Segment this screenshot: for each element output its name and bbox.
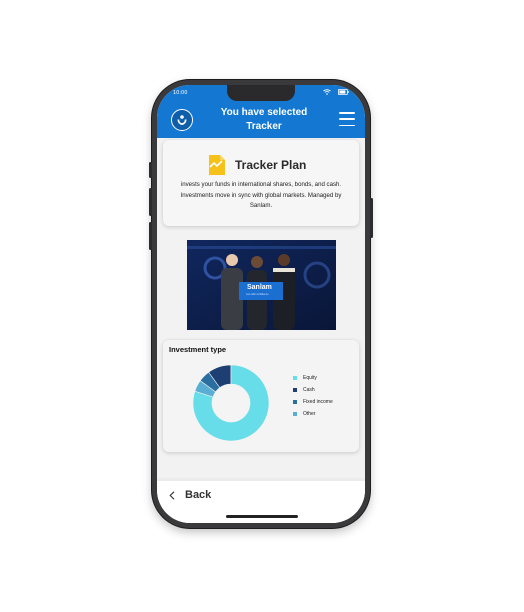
legend-swatch	[293, 412, 297, 416]
battery-icon	[338, 89, 349, 95]
sanlam-hands-logo-icon[interactable]	[171, 109, 193, 131]
status-bar: 10:00	[157, 85, 365, 103]
back-button[interactable]: Back	[169, 489, 211, 501]
photo-banner-text: Sanlam	[247, 284, 272, 291]
legend-swatch	[293, 376, 297, 380]
power-button	[370, 198, 373, 238]
bottom-bar: Back	[157, 478, 365, 523]
wifi-icon	[323, 89, 331, 95]
legend-swatch	[293, 400, 297, 404]
photo-banner-subtext: Live with confidence	[246, 293, 269, 296]
divider	[157, 478, 365, 481]
chart-legend: Equity Cash Fixed income Other	[293, 372, 333, 420]
plan-title: Tracker Plan	[235, 158, 307, 172]
mute-switch	[149, 162, 152, 178]
volume-up-button	[149, 188, 152, 216]
volume-down-button	[149, 222, 152, 250]
legend-label: Other	[303, 411, 316, 417]
legend-swatch	[293, 388, 297, 392]
plan-description: invests your funds in international shar…	[180, 181, 342, 209]
main-content: Tracker Plan invests your funds in inter…	[157, 138, 365, 478]
legend-label: Fixed income	[303, 399, 333, 405]
legend-item-equity: Equity	[293, 372, 333, 384]
notch	[227, 85, 295, 101]
investment-type-card: Investment type Equity Cash Fixed income…	[163, 340, 359, 452]
app-header: You have selected Tracker	[157, 103, 365, 138]
phone-screen: 10:00 You have selected Tracker Tracker …	[157, 85, 365, 523]
legend-label: Cash	[303, 387, 315, 393]
legend-item-fixed-income: Fixed income	[293, 396, 333, 408]
status-icons	[323, 89, 349, 95]
chevron-left-icon	[169, 490, 175, 500]
plan-header: Tracker Plan	[207, 154, 306, 176]
chart-document-icon	[209, 155, 225, 175]
event-photo: Sanlam Live with confidence	[187, 240, 336, 330]
legend-label: Equity	[303, 375, 317, 381]
hamburger-menu-icon[interactable]	[339, 112, 355, 126]
legend-item-other: Other	[293, 408, 333, 420]
back-label: Back	[185, 489, 212, 501]
home-indicator[interactable]	[226, 515, 298, 518]
phone-frame: 10:00 You have selected Tracker Tracker …	[149, 80, 373, 528]
page-title: You have selected Tracker	[220, 107, 308, 132]
status-time: 10:00	[173, 90, 188, 96]
plan-card: Tracker Plan invests your funds in inter…	[163, 140, 359, 226]
investment-title: Investment type	[169, 345, 227, 354]
legend-item-cash: Cash	[293, 384, 333, 396]
